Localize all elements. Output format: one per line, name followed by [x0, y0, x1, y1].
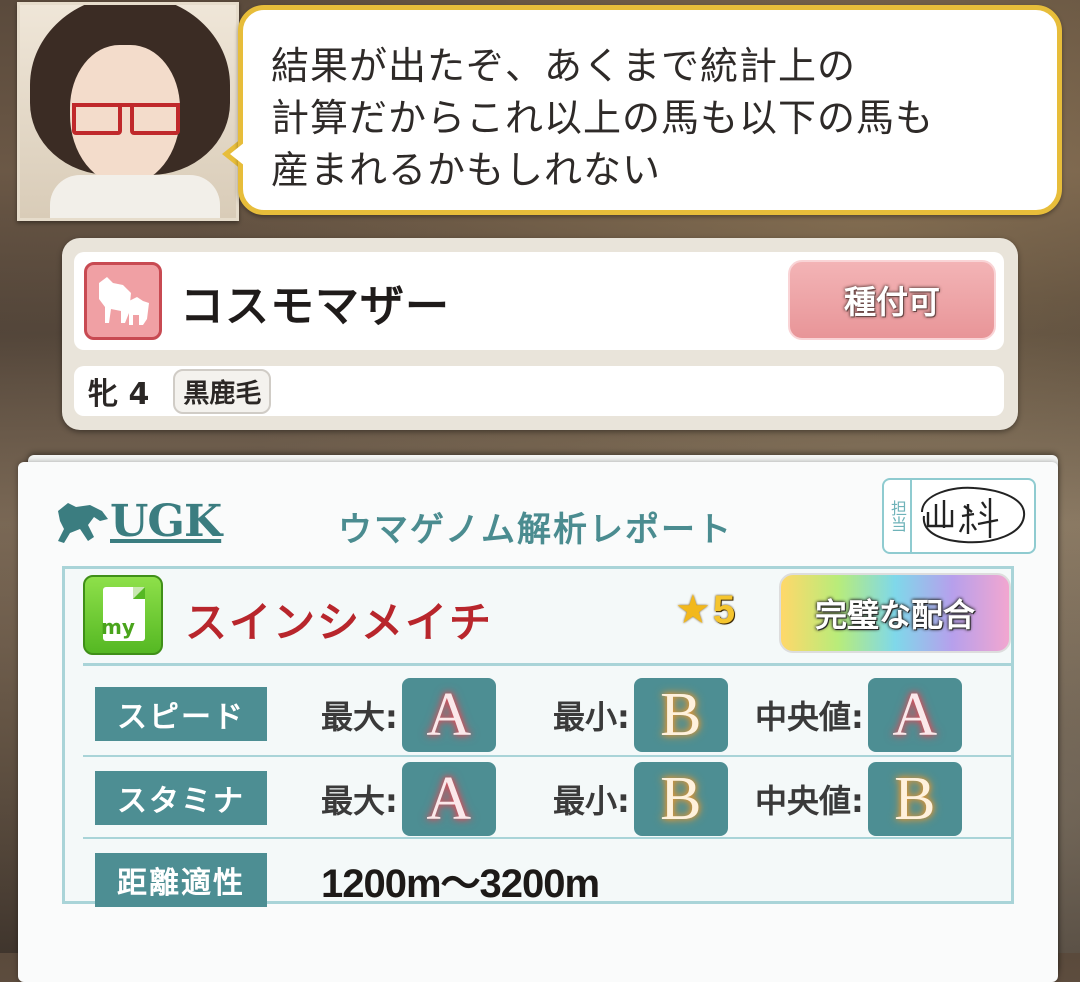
- my-file-icon: my: [83, 575, 163, 655]
- sire-name: スインシメイチ: [185, 598, 494, 647]
- dialog-line: 結果が出たぞ、あくまで統計上の: [271, 44, 857, 88]
- median-cell: 中央値: A: [755, 675, 962, 755]
- median-cell: 中央値: B: [755, 759, 962, 839]
- genome-report: UGK ウマゲノム解析レポート 担当 my スインシメイチ ★ 5 完璧な配合 …: [18, 462, 1058, 982]
- analysis-table: my スインシメイチ ★ 5 完璧な配合 スピード 最大: A 最小: B 中央…: [62, 566, 1014, 907]
- horse-name: コスモマザー: [180, 281, 450, 332]
- stat-label: スピード: [95, 687, 267, 741]
- grade-badge: B: [633, 762, 728, 836]
- speaker-portrait: [17, 2, 239, 221]
- ugk-logo: UGK: [54, 496, 222, 547]
- stat-row-distance: 距離適性 1200m〜3200m: [65, 841, 1011, 921]
- star-count: 5: [712, 587, 736, 632]
- breed-button[interactable]: 種付可: [788, 260, 996, 340]
- grade-badge: A: [867, 678, 962, 752]
- signature-stamp: [921, 486, 1026, 544]
- star-rating: ★ 5: [675, 587, 735, 633]
- grade-badge: A: [401, 762, 496, 836]
- dialog-text: 結果が出たぞ、あくまで統計上の 計算だからこれ以上の馬も以下の馬も 産まれるかも…: [271, 40, 1037, 196]
- stamp-label: 担当: [884, 480, 912, 552]
- divider: [83, 837, 1013, 839]
- match-badge: 完璧な配合: [779, 573, 1011, 653]
- speech-bubble[interactable]: 結果が出たぞ、あくまで統計上の 計算だからこれ以上の馬も以下の馬も 産まれるかも…: [238, 5, 1062, 215]
- horse-info: 牝 4 黒鹿毛: [74, 366, 1004, 416]
- grade-badge: B: [867, 762, 962, 836]
- coat-color-badge: 黒鹿毛: [173, 368, 272, 414]
- dialog-line: 産まれるかもしれない: [271, 148, 662, 192]
- stamp-box: 担当: [882, 478, 1036, 554]
- mare-foal-icon: [84, 262, 162, 340]
- dialog-line: 計算だからこれ以上の馬も以下の馬も: [271, 96, 935, 140]
- horse-card: コスモマザー 種付可 牝 4 黒鹿毛: [62, 238, 1018, 430]
- min-cell: 最小: B: [553, 675, 728, 755]
- grade-badge: B: [633, 678, 728, 752]
- max-cell: 最大: A: [321, 675, 496, 755]
- sex-age: 牝 4: [88, 377, 150, 412]
- stat-label: 距離適性: [95, 853, 267, 907]
- min-cell: 最小: B: [553, 759, 728, 839]
- stat-row-stamina: スタミナ 最大: A 最小: B 中央値: B: [65, 759, 1011, 839]
- star-icon: ★: [675, 587, 711, 633]
- distance-value: 1200m〜3200m: [321, 862, 600, 906]
- grade-badge: A: [401, 678, 496, 752]
- bubble-tail-inner: [230, 142, 245, 166]
- divider: [83, 755, 1013, 757]
- logo-text: UGK: [110, 496, 222, 547]
- max-cell: 最大: A: [321, 759, 496, 839]
- sire-row: my スインシメイチ ★ 5 完璧な配合: [65, 569, 1011, 659]
- divider: [83, 663, 1013, 666]
- horse-logo-icon: [58, 503, 108, 543]
- horse-card-header: コスモマザー 種付可: [74, 252, 1004, 350]
- stat-label: スタミナ: [95, 771, 267, 825]
- report-title: ウマゲノム解析レポート: [338, 510, 733, 550]
- stat-row-speed: スピード 最大: A 最小: B 中央値: A: [65, 675, 1011, 755]
